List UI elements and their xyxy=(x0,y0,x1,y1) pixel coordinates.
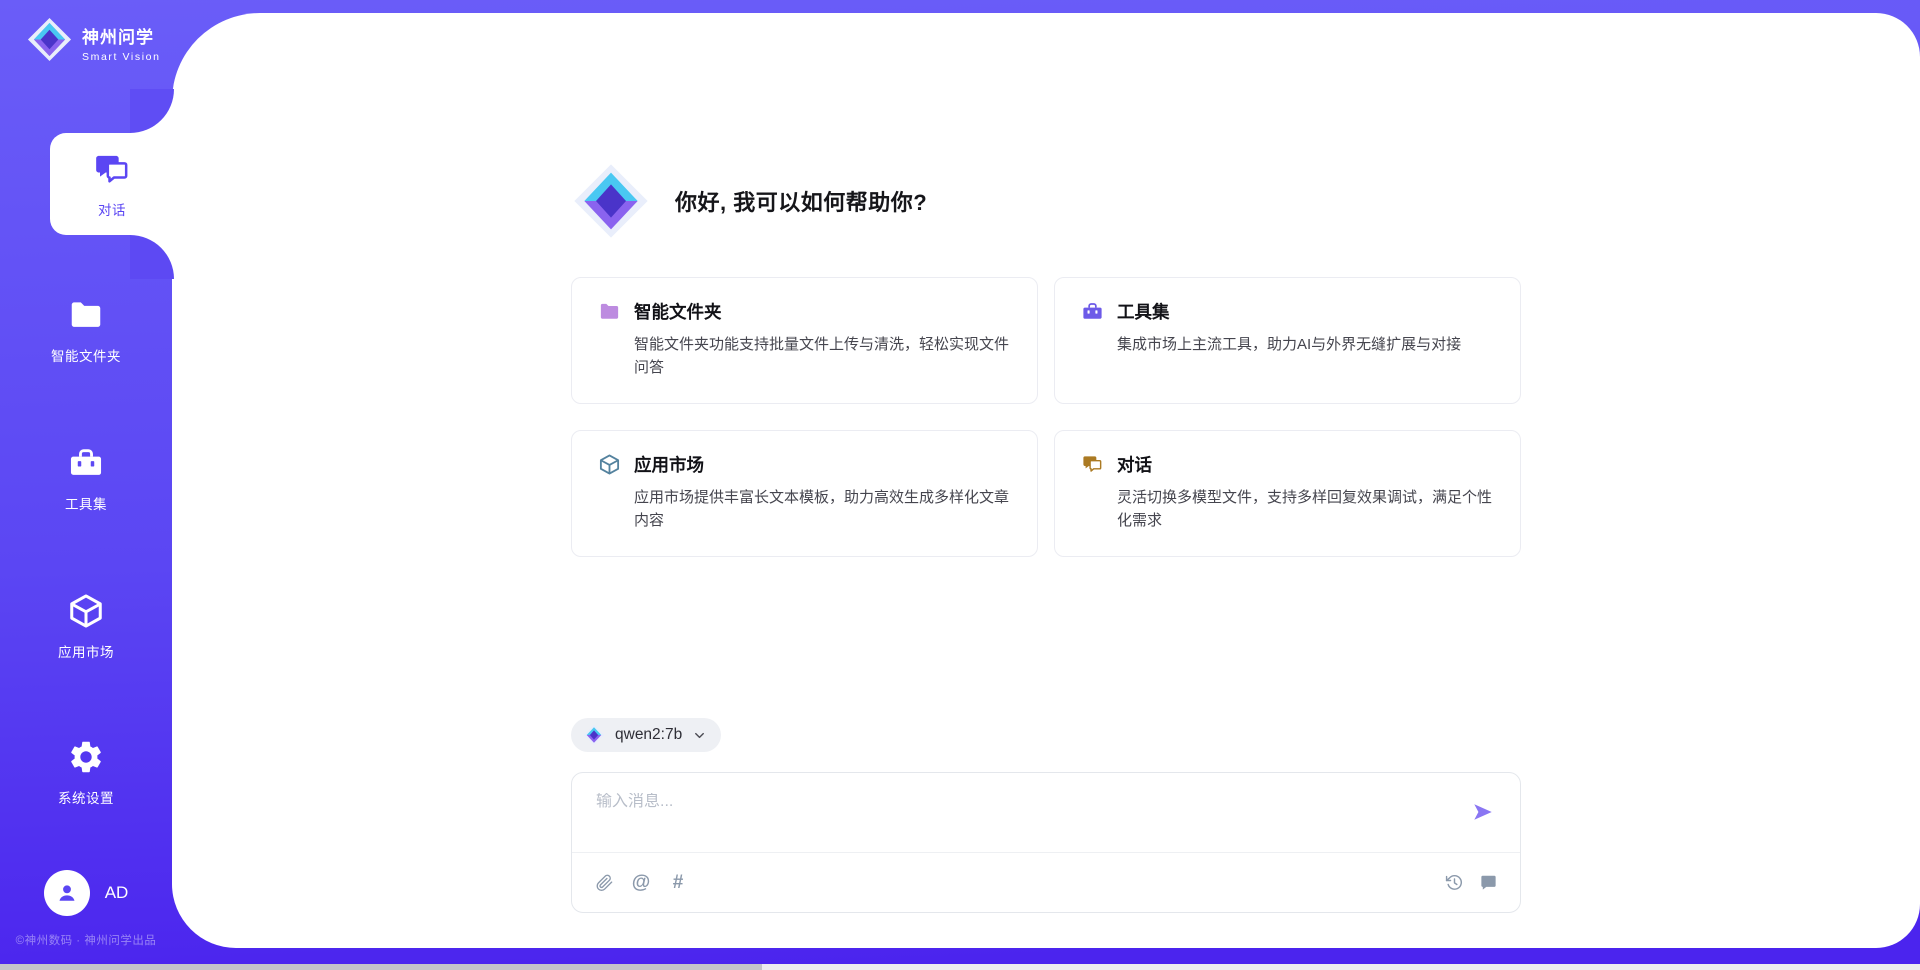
user-account[interactable]: AD xyxy=(0,870,172,916)
card-chat[interactable]: 对话 灵活切换多模型文件，支持多样回复效果调试，满足个性化需求 xyxy=(1054,430,1521,557)
model-diamond-icon xyxy=(583,724,605,746)
card-title: 智能文件夹 xyxy=(634,299,722,324)
chat-bubbles-icon xyxy=(1081,453,1104,476)
model-name: qwen2:7b xyxy=(615,726,682,744)
chevron-down-icon xyxy=(692,728,707,743)
greeting: 你好, 我可以如何帮助你? xyxy=(571,159,927,243)
sidebar-item-settings[interactable]: 系统设置 xyxy=(0,738,172,807)
card-description: 智能文件夹功能支持批量文件上传与清洗，轻松实现文件问答 xyxy=(634,333,1011,380)
card-description: 灵活切换多模型文件，支持多样回复效果调试，满足个性化需求 xyxy=(1117,486,1494,533)
hash-icon: # xyxy=(673,873,684,892)
sidebar-item-label: 工具集 xyxy=(65,493,107,513)
history-icon xyxy=(1445,873,1464,892)
model-selector[interactable]: qwen2:7b xyxy=(571,718,721,752)
card-toolset[interactable]: 工具集 集成市场上主流工具，助力AI与外界无缝扩展与对接 xyxy=(1054,277,1521,404)
history-button[interactable] xyxy=(1444,873,1464,893)
card-title: 工具集 xyxy=(1117,299,1170,324)
brand-diamond-icon xyxy=(26,16,73,63)
greeting-title: 你好, 我可以如何帮助你? xyxy=(675,185,927,217)
message-input[interactable] xyxy=(596,793,1440,811)
chat-bubble-icon xyxy=(1479,873,1498,892)
sidebar-item-toolset[interactable]: 工具集 xyxy=(0,444,172,513)
gear-icon xyxy=(67,738,105,776)
topic-button[interactable]: # xyxy=(668,873,688,893)
app-window: 神州问学 Smart Vision 你好, 我可以如何帮助你? 智能文件夹 智能… xyxy=(0,0,1920,970)
horizontal-scrollbar[interactable] xyxy=(0,964,1920,970)
sidebar-item-label: 智能文件夹 xyxy=(51,345,121,365)
copyright-footer: ©神州数码 · 神州问学出品 xyxy=(0,932,172,948)
cube-icon xyxy=(598,453,621,476)
avatar xyxy=(44,870,90,916)
sidebar-item-app-market[interactable]: 应用市场 xyxy=(0,592,172,661)
brand-name: 神州问学 xyxy=(82,23,161,48)
paperclip-icon xyxy=(595,873,614,892)
folder-icon xyxy=(598,300,621,323)
sidebar-item-label: 对话 xyxy=(98,199,126,219)
sidebar-item-label: 应用市场 xyxy=(58,641,114,661)
mention-button[interactable]: @ xyxy=(631,873,651,893)
card-smart-folder[interactable]: 智能文件夹 智能文件夹功能支持批量文件上传与清洗，轻松实现文件问答 xyxy=(571,277,1038,404)
card-title: 应用市场 xyxy=(634,452,704,477)
chat-bubbles-icon xyxy=(92,150,132,190)
greeting-diamond-icon xyxy=(571,161,651,241)
sidebar-item-smart-folder[interactable]: 智能文件夹 xyxy=(0,296,172,365)
at-icon: @ xyxy=(632,873,651,892)
card-title: 对话 xyxy=(1117,452,1152,477)
brand-logo: 神州问学 Smart Vision xyxy=(26,16,161,63)
conversation-button[interactable] xyxy=(1478,873,1498,893)
send-button[interactable] xyxy=(1472,801,1494,823)
feature-cards: 智能文件夹 智能文件夹功能支持批量文件上传与清洗，轻松实现文件问答 工具集 集成… xyxy=(571,277,1521,557)
card-app-market[interactable]: 应用市场 应用市场提供丰富长文本模板，助力高效生成多样化文章内容 xyxy=(571,430,1038,557)
user-icon xyxy=(54,880,80,906)
scrollbar-thumb[interactable] xyxy=(0,964,762,970)
sidebar-item-label: 系统设置 xyxy=(58,787,114,807)
tab-curve-top xyxy=(130,89,174,133)
main-panel: 你好, 我可以如何帮助你? 智能文件夹 智能文件夹功能支持批量文件上传与清洗，轻… xyxy=(172,13,1920,948)
brand-subtitle: Smart Vision xyxy=(82,51,161,63)
send-icon xyxy=(1472,801,1494,823)
sidebar-item-chat[interactable]: 对话 xyxy=(50,133,174,235)
card-description: 应用市场提供丰富长文本模板，助力高效生成多样化文章内容 xyxy=(634,486,1011,533)
briefcase-icon xyxy=(1081,300,1104,323)
card-description: 集成市场上主流工具，助力AI与外界无缝扩展与对接 xyxy=(1117,333,1494,356)
message-composer: @ # xyxy=(571,772,1521,913)
tab-curve-bottom xyxy=(130,235,174,279)
cube-icon xyxy=(67,592,105,630)
folder-icon xyxy=(67,296,105,334)
briefcase-icon xyxy=(67,444,105,482)
user-initials: AD xyxy=(105,883,129,903)
attach-file-button[interactable] xyxy=(594,873,614,893)
